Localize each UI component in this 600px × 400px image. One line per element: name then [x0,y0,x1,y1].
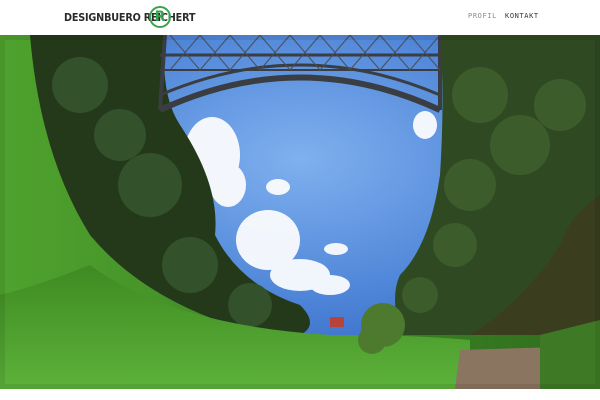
nav-item-kontakt[interactable]: KONTAKT [505,12,539,20]
main-nav: PROFIL KONTAKT [0,12,600,26]
site-header: DESIGNBUERO REICHERT R PROFIL KONTAKT [0,0,600,35]
hero-image [0,35,600,389]
footer-strip [0,389,600,400]
hero-panorama-image [0,35,600,389]
nav-item-profil[interactable]: PROFIL [468,12,497,20]
